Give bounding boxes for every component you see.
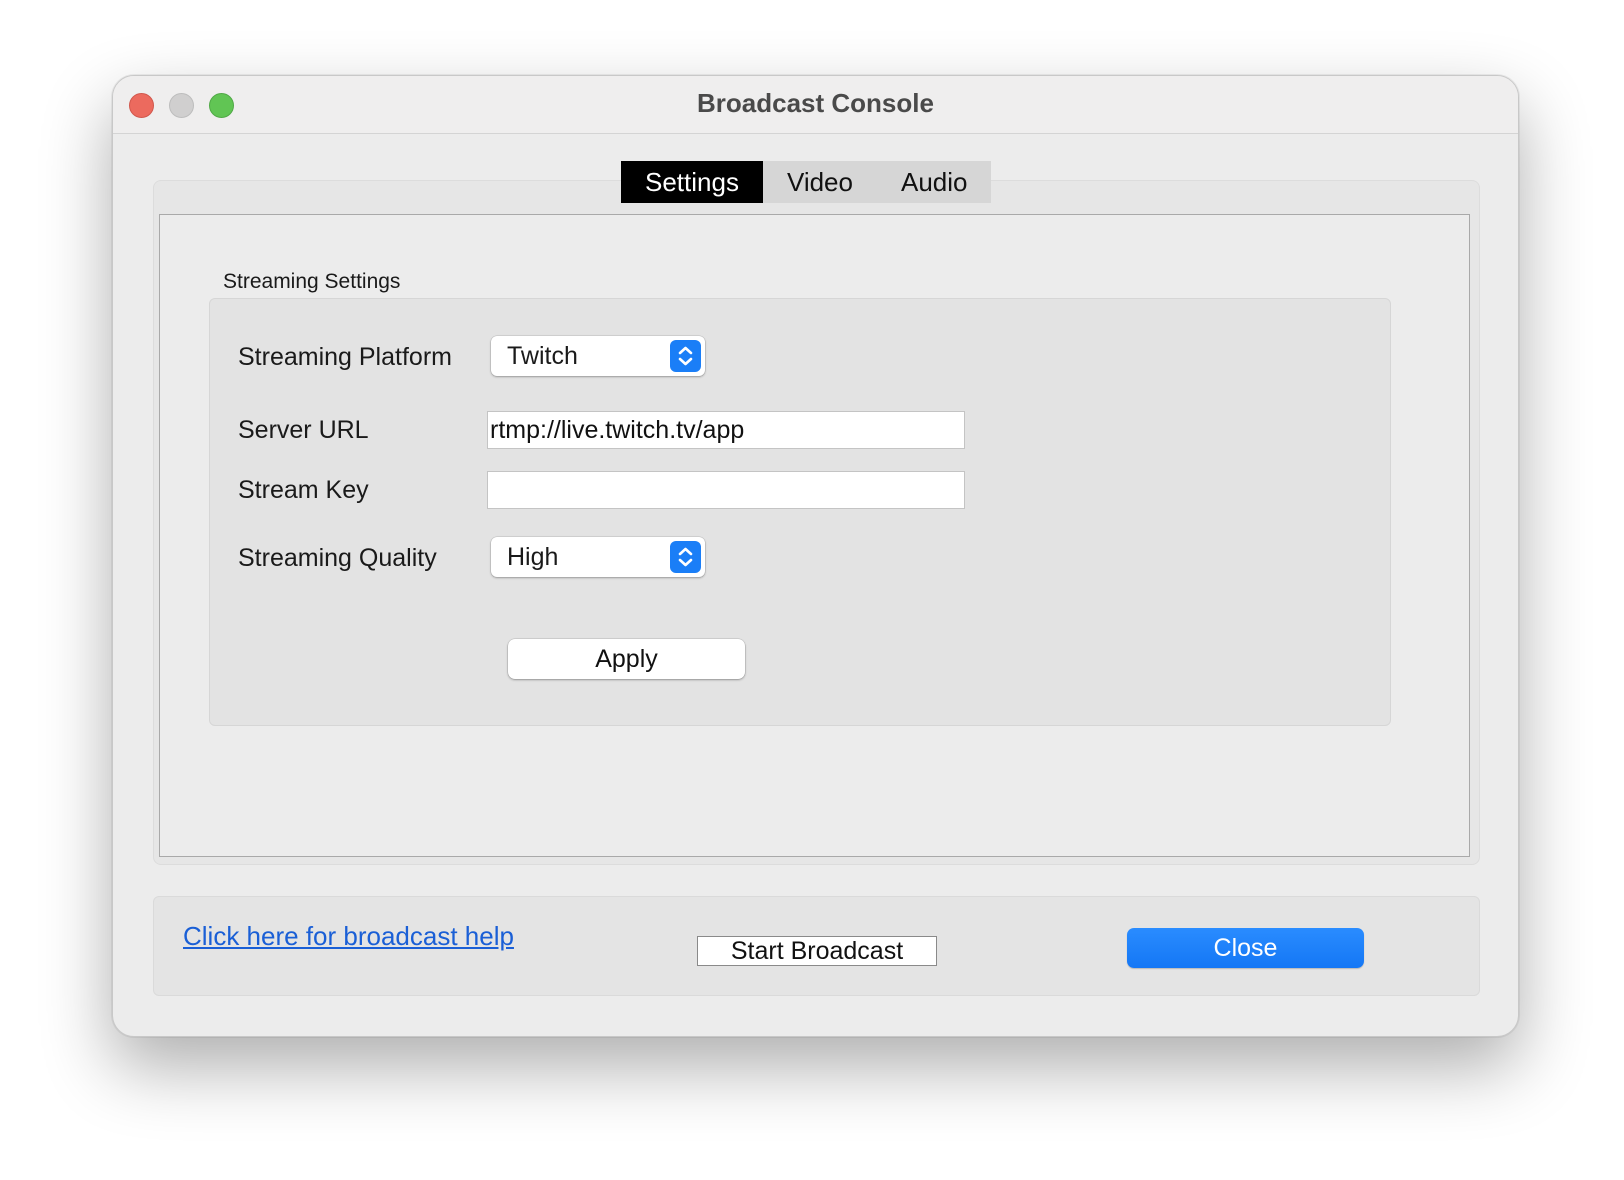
streaming-quality-label: Streaming Quality [238,544,437,572]
streaming-platform-value: Twitch [507,342,578,370]
tab-video[interactable]: Video [763,161,877,203]
tab-settings[interactable]: Settings [621,161,763,203]
streaming-quality-select[interactable]: High [491,537,705,577]
server-url-input[interactable]: rtmp://live.twitch.tv/app [487,411,965,449]
streaming-quality-value: High [507,543,559,571]
server-url-label: Server URL [238,416,369,444]
stream-key-input[interactable] [487,471,965,509]
title-bar: Broadcast Console [113,76,1518,134]
streaming-platform-select[interactable]: Twitch [491,336,705,376]
stream-key-label: Stream Key [238,476,369,504]
tab-audio[interactable]: Audio [877,161,992,203]
window-title: Broadcast Console [697,88,934,118]
streaming-settings-group: Streaming Platform Twitch Server URL rtm… [209,298,1391,726]
streaming-settings-group-label: Streaming Settings [223,270,401,293]
broadcast-console-window: Broadcast Console Settings Video Audio S… [112,75,1519,1037]
tab-bar: Settings Video Audio [621,161,992,203]
broadcast-help-link[interactable]: Click here for broadcast help [183,921,514,952]
select-stepper-icon [670,340,701,372]
streaming-platform-label: Streaming Platform [238,343,452,371]
close-button[interactable]: Close [1127,928,1364,968]
select-stepper-icon [670,541,701,573]
apply-button[interactable]: Apply [508,639,745,679]
start-broadcast-button[interactable]: Start Broadcast [697,936,937,966]
